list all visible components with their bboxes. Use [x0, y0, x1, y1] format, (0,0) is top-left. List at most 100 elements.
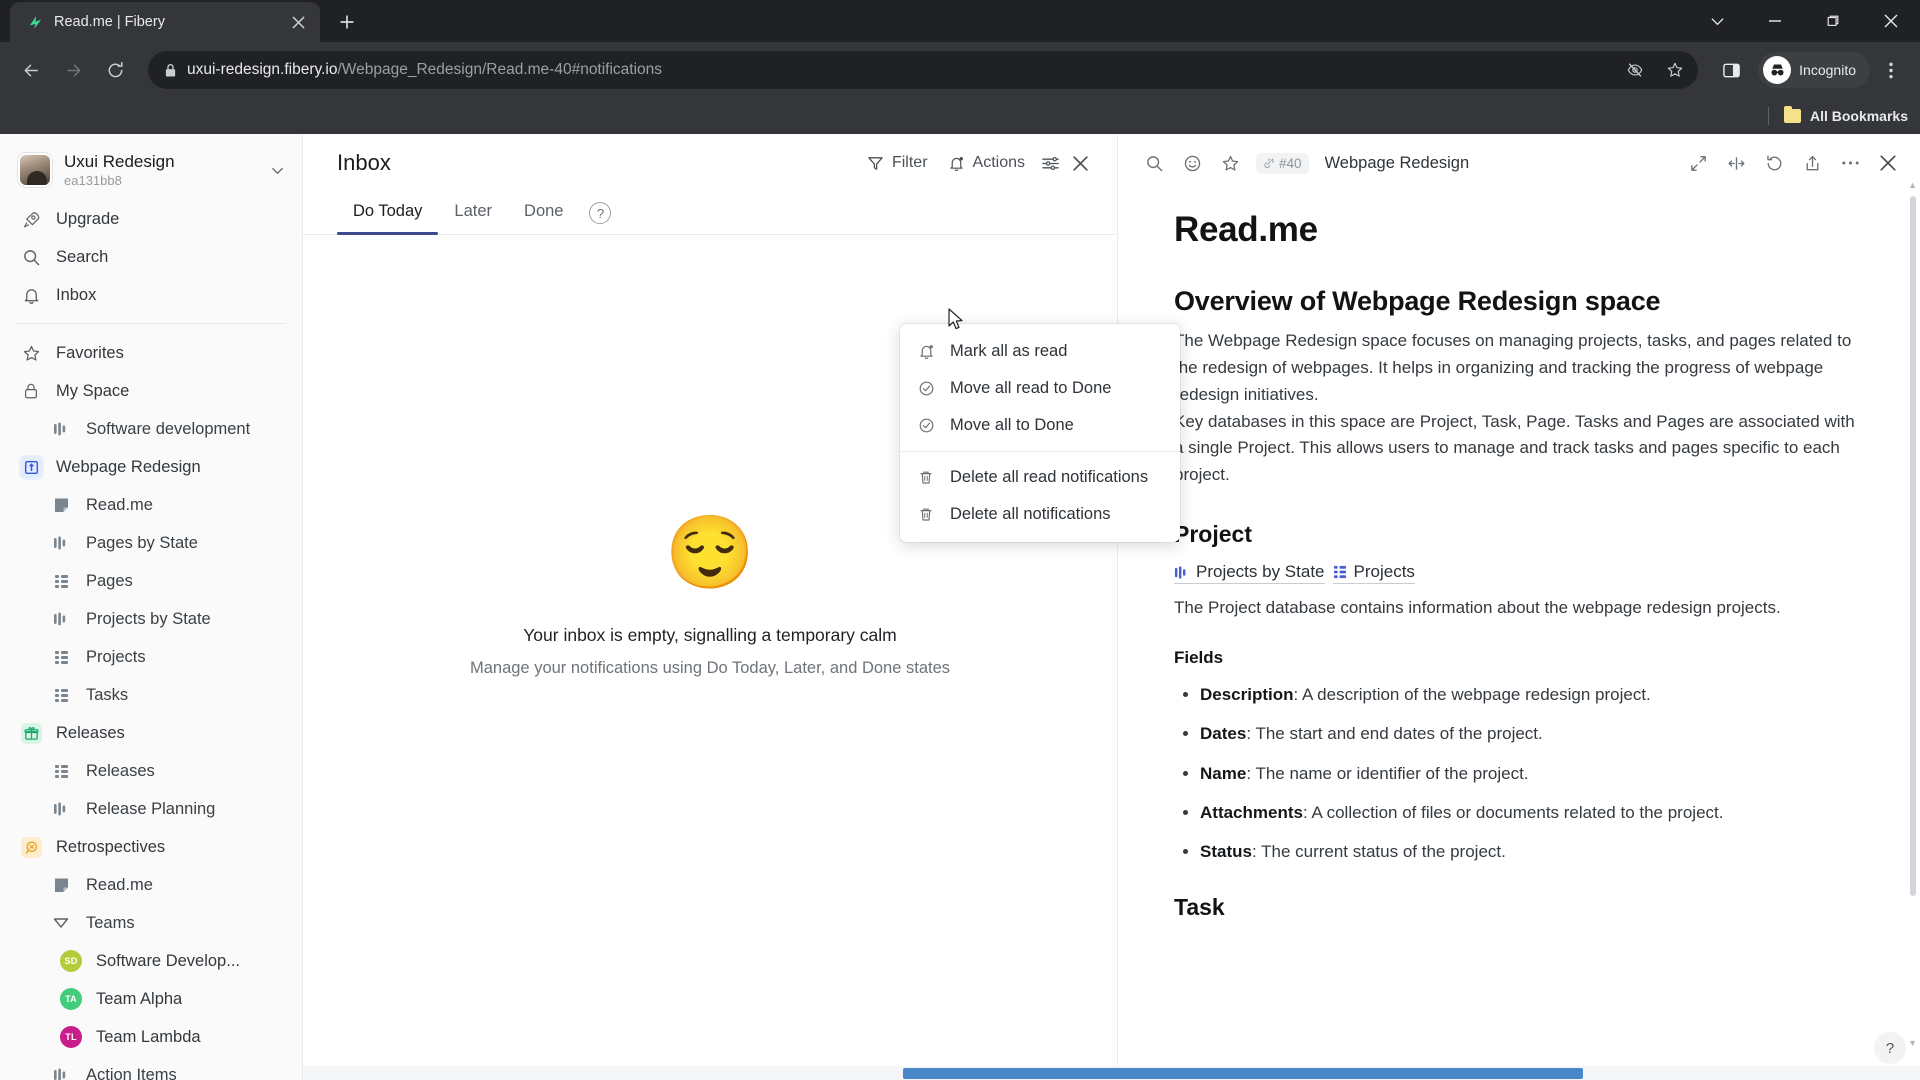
document-content: Read.me Overview of Webpage Redesign spa…	[1118, 192, 1920, 1080]
help-button[interactable]: ?	[1874, 1032, 1906, 1064]
team-avatar-tl: TL	[60, 1026, 82, 1049]
share-icon[interactable]	[1796, 147, 1828, 179]
sidebar-item-releases[interactable]: Releases	[0, 752, 302, 790]
menu-item-move-all-to-done[interactable]: Move all to Done	[900, 407, 1180, 444]
tab-later[interactable]: Later	[438, 192, 508, 234]
workspace-header[interactable]: Uxui Redesign ea131bb8	[0, 144, 302, 198]
question-circle-icon[interactable]: ?	[589, 202, 612, 224]
sidebar-item-label: Pages by State	[86, 533, 198, 552]
inbox-header: Inbox Filter Actions	[303, 134, 1117, 192]
grid-icon	[50, 574, 72, 589]
sidebar-item-action-items[interactable]: Action Items	[0, 1056, 302, 1080]
filter-button[interactable]: Filter	[857, 148, 938, 178]
horizontal-scrollbar-thumb[interactable]	[903, 1068, 1583, 1079]
browser-tab[interactable]: Read.me | Fibery	[10, 2, 320, 42]
breadcrumb[interactable]: Webpage Redesign	[1325, 154, 1676, 173]
star-icon[interactable]	[1660, 55, 1690, 85]
more-horizontal-icon[interactable]	[1834, 147, 1866, 179]
sidebar-item-team-alpha[interactable]: TA Team Alpha	[0, 980, 302, 1018]
sidebar-item-label: Read.me	[86, 875, 153, 894]
width-toggle-icon[interactable]	[1720, 147, 1752, 179]
sidebar-item-tasks[interactable]: Tasks	[0, 676, 302, 714]
search-icon[interactable]	[1138, 147, 1170, 179]
address-bar[interactable]: uxui-redesign.fibery.io/Webpage_Redesign…	[148, 51, 1699, 89]
sidebar-item-inbox[interactable]: Inbox	[0, 276, 302, 314]
menu-item-label: Mark all as read	[950, 342, 1068, 360]
menu-item-move-all-read-to-done[interactable]: Move all read to Done	[900, 370, 1180, 407]
document-scrollbar[interactable]	[1910, 196, 1916, 896]
side-panel-icon[interactable]	[1712, 51, 1750, 89]
sidebar-item-webpage-redesign[interactable]: Webpage Redesign	[0, 448, 302, 486]
sidebar-item-my-space[interactable]: My Space	[0, 372, 302, 410]
list-item: Status: The current status of the projec…	[1200, 839, 1860, 865]
sidebar-item-label: Retrospectives	[56, 837, 166, 856]
eye-off-icon[interactable]	[1620, 55, 1650, 85]
sidebar-item-search[interactable]: Search	[0, 238, 302, 276]
close-icon[interactable]	[286, 10, 310, 34]
maximize-icon[interactable]	[1804, 0, 1862, 42]
tab-done[interactable]: Done	[508, 192, 579, 234]
sidebar-item-pages-by-state[interactable]: Pages by State	[0, 524, 302, 562]
field-name: Status	[1200, 842, 1252, 862]
arrow-right-icon[interactable]	[54, 51, 92, 89]
reference-id-chip[interactable]: #40	[1256, 152, 1309, 174]
sidebar-item-projects-by-state[interactable]: Projects by State	[0, 600, 302, 638]
reload-icon[interactable]	[96, 51, 134, 89]
scroll-up-arrow[interactable]: ▲	[1908, 180, 1917, 190]
chevron-down-icon[interactable]	[1688, 0, 1746, 42]
chevron-down-icon[interactable]	[267, 160, 288, 181]
chart-bars-icon	[50, 801, 72, 817]
field-name: Attachments	[1200, 803, 1303, 823]
sidebar-item-upgrade[interactable]: Upgrade	[0, 200, 302, 238]
arrow-left-icon[interactable]	[12, 51, 50, 89]
history-icon[interactable]	[1758, 147, 1790, 179]
scroll-down-arrow[interactable]: ▼	[1908, 1038, 1917, 1048]
trash-icon	[916, 506, 936, 523]
star-icon[interactable]	[1214, 147, 1246, 179]
close-icon[interactable]	[1872, 147, 1904, 179]
list-item: Dates: The start and end dates of the pr…	[1200, 721, 1860, 747]
sidebar-item-label: Pages	[86, 571, 133, 590]
menu-item-delete-all-notifications[interactable]: Delete all notifications	[900, 496, 1180, 533]
sliders-icon[interactable]	[1035, 148, 1065, 178]
smiley-icon[interactable]	[1176, 147, 1208, 179]
close-icon[interactable]	[1065, 148, 1095, 178]
chart-bars-icon	[50, 421, 72, 437]
workspace-title: Uxui Redesign	[64, 152, 175, 171]
window-controls	[1688, 0, 1920, 42]
window-close-icon[interactable]	[1862, 0, 1920, 42]
sidebar-item-releases-space[interactable]: Releases	[0, 714, 302, 752]
sidebar-item-team-lambda[interactable]: TL Team Lambda	[0, 1018, 302, 1056]
sidebar-item-favorites[interactable]: Favorites	[0, 334, 302, 372]
bell-dot-icon	[916, 343, 936, 360]
horizontal-scrollbar-track[interactable]	[303, 1066, 1920, 1080]
minimize-icon[interactable]	[1746, 0, 1804, 42]
rocket-icon	[20, 210, 42, 229]
new-tab-button[interactable]	[330, 5, 364, 39]
all-bookmarks-label[interactable]: All Bookmarks	[1810, 108, 1908, 124]
sidebar-item-pages[interactable]: Pages	[0, 562, 302, 600]
sidebar-item-release-planning[interactable]: Release Planning	[0, 790, 302, 828]
grid-icon	[50, 764, 72, 779]
link-projects-by-state[interactable]: Projects by State	[1174, 562, 1325, 585]
sidebar-item-label: Inbox	[56, 285, 97, 304]
sidebar-item-teams[interactable]: Teams	[0, 904, 302, 942]
sidebar-item-projects[interactable]: Projects	[0, 638, 302, 676]
menu-item-delete-all-read-notifications[interactable]: Delete all read notifications	[900, 459, 1180, 496]
profile-incognito-button[interactable]: Incognito	[1758, 52, 1870, 88]
sidebar-item-retro-readme[interactable]: Read.me	[0, 866, 302, 904]
fields-heading: Fields	[1174, 648, 1224, 668]
team-avatar-sd: SD	[60, 950, 82, 973]
sidebar-item-software-development[interactable]: Software development	[0, 410, 302, 448]
menu-item-mark-all-as-read[interactable]: Mark all as read	[900, 333, 1180, 370]
actions-button[interactable]: Actions	[938, 148, 1035, 178]
sidebar-item-readme[interactable]: Read.me	[0, 486, 302, 524]
sidebar-item-retrospectives[interactable]: Retrospectives	[0, 828, 302, 866]
field-name: Name	[1200, 763, 1247, 783]
field-name: Description	[1200, 685, 1294, 705]
expand-icon[interactable]	[1682, 147, 1714, 179]
link-projects[interactable]: Projects	[1332, 562, 1415, 585]
kebab-menu-icon[interactable]	[1874, 51, 1908, 89]
tab-do-today[interactable]: Do Today	[337, 192, 439, 235]
sidebar-item-team-software-development[interactable]: SD Software Develop...	[0, 942, 302, 980]
